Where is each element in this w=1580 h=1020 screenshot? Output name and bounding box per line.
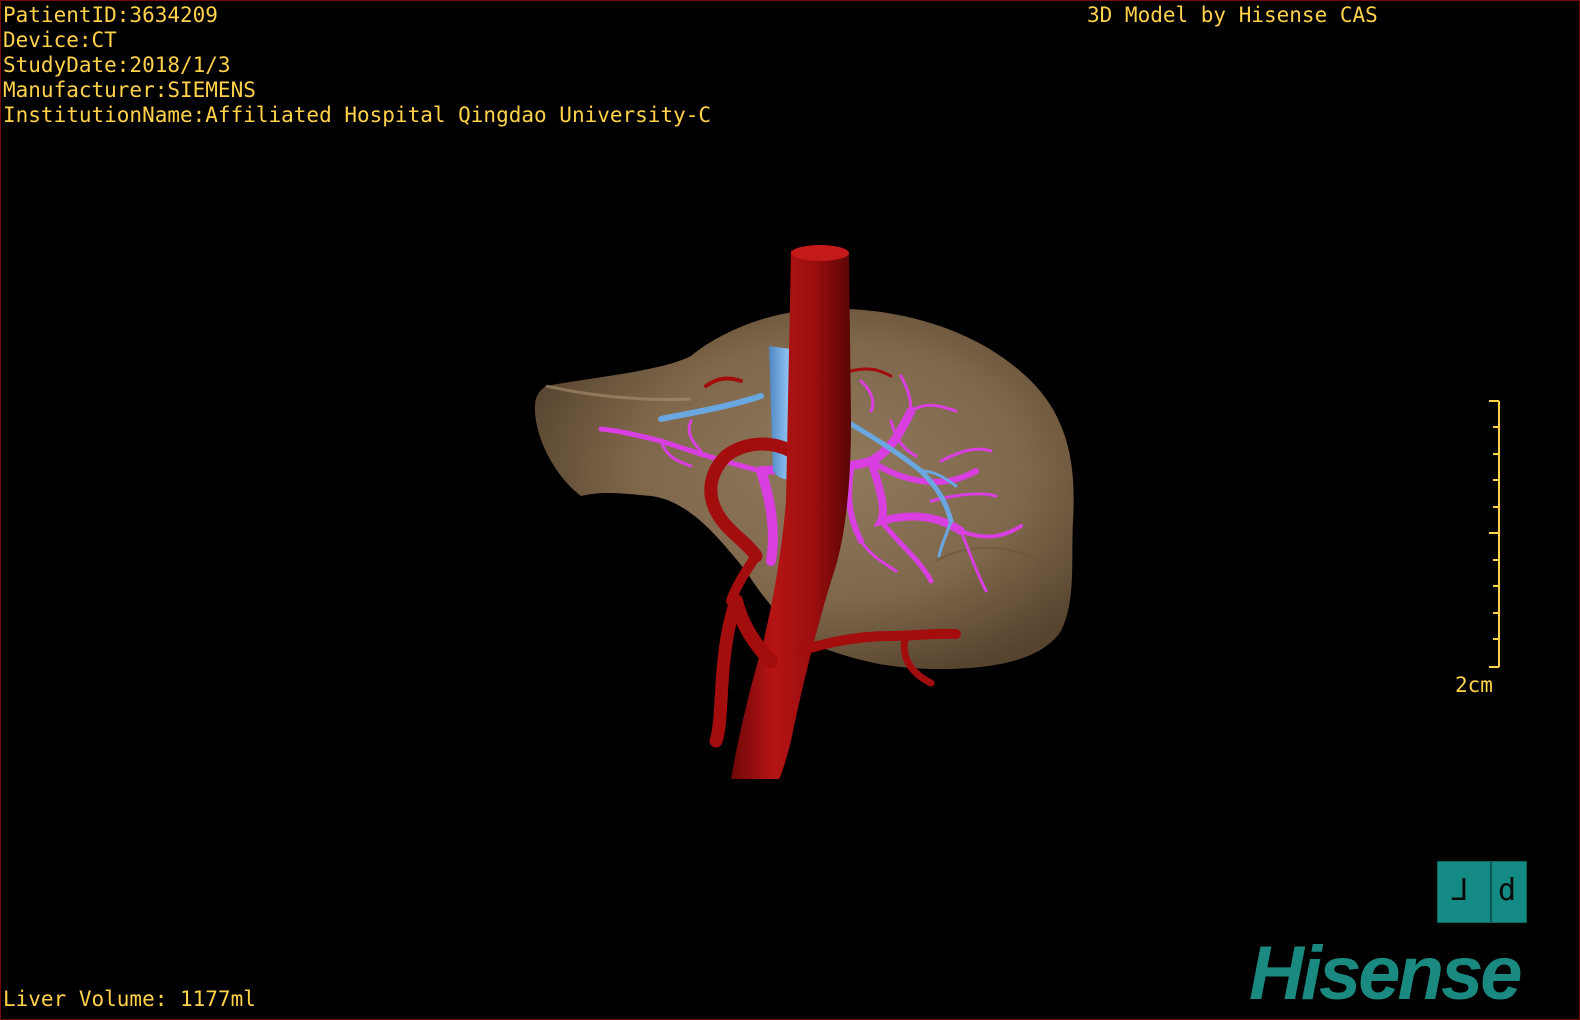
orientation-face-right: d	[1498, 873, 1517, 908]
liver-3d-model[interactable]	[1, 1, 1580, 1020]
scale-bar-label: 2cm	[1455, 673, 1493, 697]
patient-id: PatientID:3634209	[3, 3, 218, 27]
study-info-overlay: PatientID:3634209 Device:CT StudyDate:20…	[1, 3, 711, 128]
scale-bar	[1489, 400, 1500, 668]
study-date: StudyDate:2018/1/3	[3, 53, 231, 77]
institution-name: InstitutionName:Affiliated Hospital Qing…	[3, 103, 712, 127]
hisense-logo-icon: Hisense	[1249, 933, 1524, 1016]
svg-text:Hisense: Hisense	[1249, 933, 1521, 1016]
liver-volume-readout: Liver Volume: 1177ml	[3, 987, 256, 1011]
device-type: Device:CT	[3, 28, 117, 52]
orientation-cube-icon[interactable]: ᒧ d	[1437, 861, 1527, 923]
model-credit: 3D Model by Hisense CAS	[1087, 3, 1378, 27]
3d-viewer[interactable]: PatientID:3634209 Device:CT StudyDate:20…	[0, 0, 1580, 1020]
orientation-face-left: ᒧ	[1450, 873, 1469, 908]
manufacturer: Manufacturer:SIEMENS	[3, 78, 256, 102]
orientation-cube-edge	[1490, 862, 1492, 922]
